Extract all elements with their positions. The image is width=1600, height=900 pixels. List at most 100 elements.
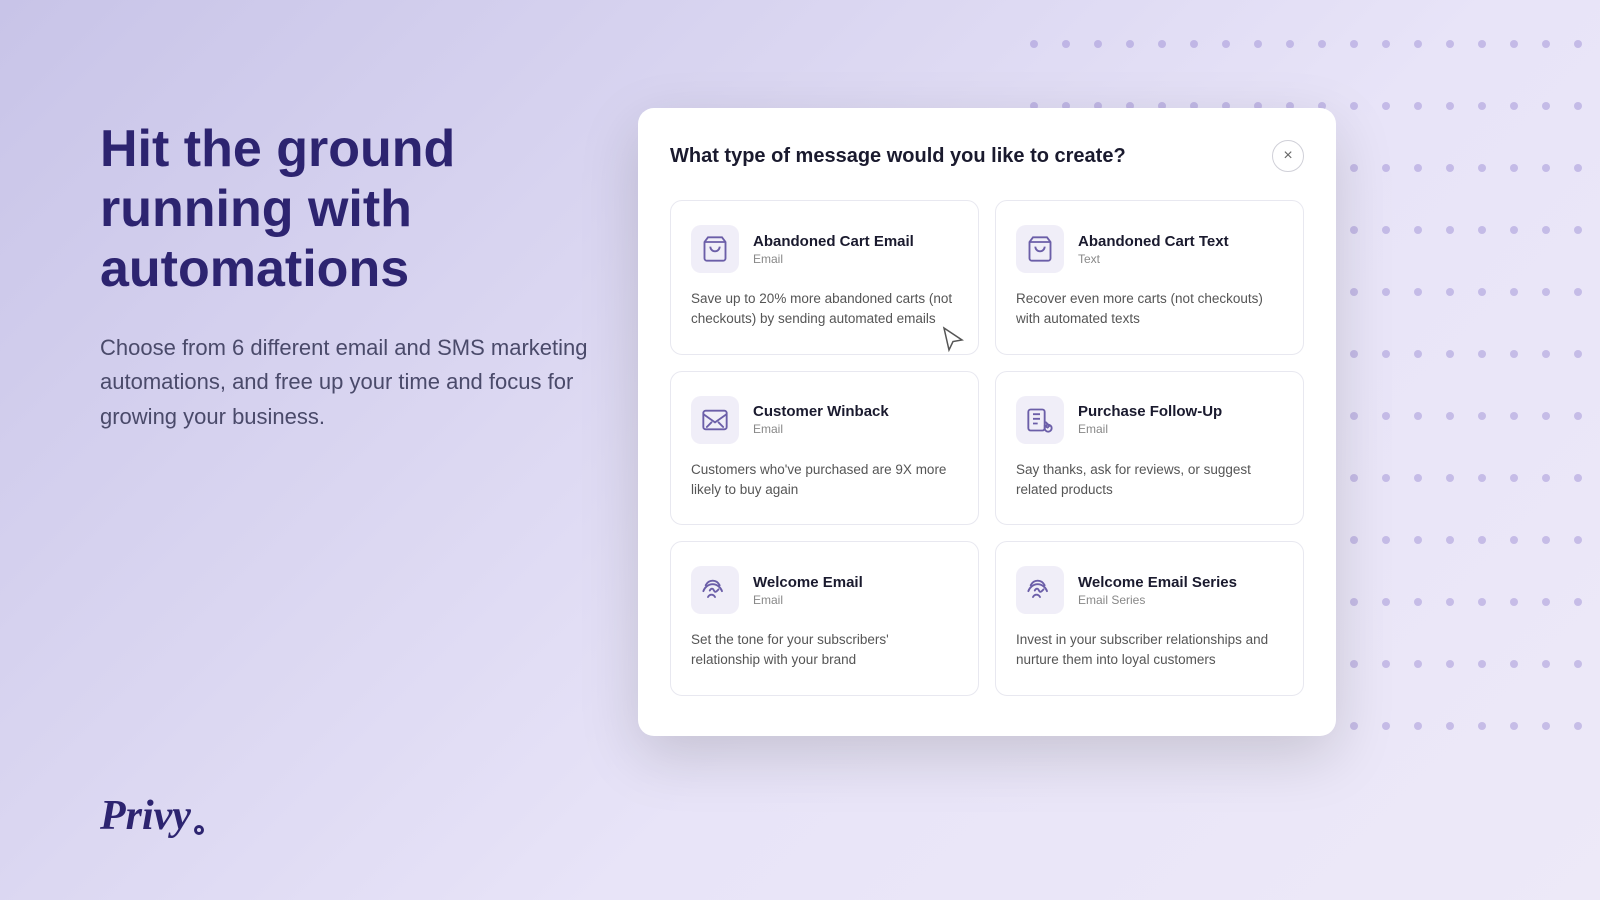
decorative-dot [1510, 288, 1518, 296]
decorative-dot [1030, 40, 1038, 48]
decorative-dot [1414, 474, 1422, 482]
decorative-dot [1382, 722, 1390, 730]
decorative-dot [1478, 102, 1486, 110]
decorative-dot [1574, 350, 1582, 358]
decorative-dot [1350, 474, 1358, 482]
card-badge-abandoned-cart-email: Email [753, 252, 914, 266]
decorative-dot [1350, 102, 1358, 110]
decorative-dot [1542, 598, 1550, 606]
decorative-dot [1158, 40, 1166, 48]
decorative-dot [1510, 474, 1518, 482]
decorative-dot [1446, 350, 1454, 358]
decorative-dot [1382, 164, 1390, 172]
decorative-dot [1382, 536, 1390, 544]
decorative-dot [1542, 350, 1550, 358]
welcome-email-series-icon [1016, 566, 1064, 614]
decorative-dot [1350, 350, 1358, 358]
decorative-dot [1350, 40, 1358, 48]
card-desc-purchase-followup: Say thanks, ask for reviews, or suggest … [1016, 460, 1283, 501]
decorative-dot [1478, 288, 1486, 296]
decorative-dot [1510, 598, 1518, 606]
decorative-dot [1350, 412, 1358, 420]
card-welcome-email[interactable]: Welcome Email Email Set the tone for you… [670, 541, 979, 696]
decorative-dot [1478, 40, 1486, 48]
decorative-dot [1446, 288, 1454, 296]
decorative-dot [1414, 350, 1422, 358]
card-desc-welcome-email: Set the tone for your subscribers' relat… [691, 630, 958, 671]
abandoned-cart-email-icon [691, 225, 739, 273]
decorative-dot [1574, 164, 1582, 172]
card-badge-welcome-email: Email [753, 593, 863, 607]
card-desc-abandoned-cart-text: Recover even more carts (not checkouts) … [1016, 289, 1283, 330]
decorative-dot [1542, 226, 1550, 234]
decorative-dot [1446, 660, 1454, 668]
close-button[interactable]: × [1272, 140, 1304, 172]
wave-icon [701, 576, 729, 604]
decorative-dot [1574, 412, 1582, 420]
card-welcome-email-series[interactable]: Welcome Email Series Email Series Invest… [995, 541, 1304, 696]
decorative-dot [1542, 722, 1550, 730]
card-customer-winback[interactable]: Customer Winback Email Customers who've … [670, 371, 979, 526]
decorative-dot [1382, 660, 1390, 668]
card-title-purchase-followup: Purchase Follow-Up [1078, 403, 1222, 420]
purchase-followup-icon [1016, 396, 1064, 444]
card-title-welcome-email: Welcome Email [753, 574, 863, 591]
decorative-dot [1382, 40, 1390, 48]
decorative-dot [1414, 722, 1422, 730]
decorative-dot [1414, 288, 1422, 296]
decorative-dot [1350, 598, 1358, 606]
decorative-dot [1478, 412, 1486, 420]
decorative-dot [1574, 226, 1582, 234]
decorative-dot [1126, 40, 1134, 48]
card-badge-purchase-followup: Email [1078, 422, 1222, 436]
decorative-dot [1446, 164, 1454, 172]
winback-icon [701, 406, 729, 434]
decorative-dot [1350, 164, 1358, 172]
decorative-dot [1542, 474, 1550, 482]
decorative-dot [1510, 722, 1518, 730]
decorative-dot [1574, 102, 1582, 110]
decorative-dot [1510, 102, 1518, 110]
decorative-dot [1478, 660, 1486, 668]
decorative-dot [1542, 102, 1550, 110]
decorative-dot [1574, 40, 1582, 48]
decorative-dot [1574, 660, 1582, 668]
decorative-dot [1510, 40, 1518, 48]
decorative-dot [1382, 412, 1390, 420]
left-panel: Hit the ground running with automations … [100, 120, 600, 434]
decorative-dot [1350, 536, 1358, 544]
decorative-dot [1446, 102, 1454, 110]
decorative-dot [1254, 40, 1262, 48]
decorative-dot [1446, 226, 1454, 234]
decorative-dot [1478, 722, 1486, 730]
decorative-dot [1350, 722, 1358, 730]
decorative-dot [1510, 660, 1518, 668]
card-title-abandoned-cart-email: Abandoned Cart Email [753, 233, 914, 250]
decorative-dot [1350, 660, 1358, 668]
decorative-dot [1542, 536, 1550, 544]
logo-dot [194, 825, 204, 835]
message-type-modal: What type of message would you like to c… [638, 108, 1336, 736]
decorative-dot [1478, 536, 1486, 544]
decorative-dot [1478, 226, 1486, 234]
decorative-dot [1350, 226, 1358, 234]
decorative-dot [1510, 226, 1518, 234]
decorative-dot [1318, 40, 1326, 48]
decorative-dot [1350, 288, 1358, 296]
decorative-dot [1574, 598, 1582, 606]
decorative-dot [1414, 598, 1422, 606]
card-badge-winback: Email [753, 422, 889, 436]
decorative-dot [1446, 598, 1454, 606]
decorative-dot [1542, 412, 1550, 420]
cart-text-icon [1026, 235, 1054, 263]
card-purchase-followup[interactable]: Purchase Follow-Up Email Say thanks, ask… [995, 371, 1304, 526]
decorative-dot [1414, 40, 1422, 48]
cart-icon [701, 235, 729, 263]
decorative-dot [1094, 40, 1102, 48]
abandoned-cart-text-icon [1016, 225, 1064, 273]
purchase-icon [1026, 406, 1054, 434]
card-abandoned-cart-email[interactable]: Abandoned Cart Email Email Save up to 20… [670, 200, 979, 355]
card-abandoned-cart-text[interactable]: Abandoned Cart Text Text Recover even mo… [995, 200, 1304, 355]
decorative-dot [1414, 226, 1422, 234]
decorative-dot [1382, 288, 1390, 296]
